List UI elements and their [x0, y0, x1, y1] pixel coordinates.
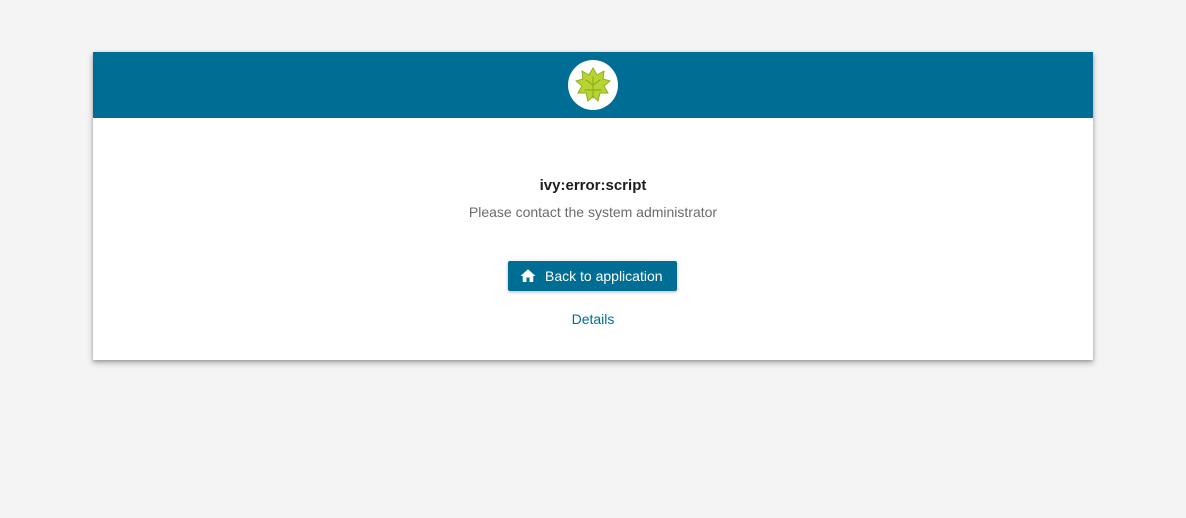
card-header	[93, 52, 1093, 118]
home-icon	[519, 267, 537, 285]
ivy-leaf-icon	[574, 66, 612, 102]
back-to-application-button[interactable]: Back to application	[508, 261, 677, 291]
error-title: ivy:error:script	[539, 177, 647, 194]
error-card: ivy:error:script Please contact the syst…	[93, 52, 1093, 360]
details-link[interactable]: Details	[572, 311, 615, 327]
back-button-label: Back to application	[545, 268, 663, 284]
error-message: Please contact the system administrator	[468, 204, 718, 220]
card-body: ivy:error:script Please contact the syst…	[93, 118, 1093, 360]
details-link-wrapper: Details	[93, 310, 1093, 328]
logo	[568, 60, 618, 110]
